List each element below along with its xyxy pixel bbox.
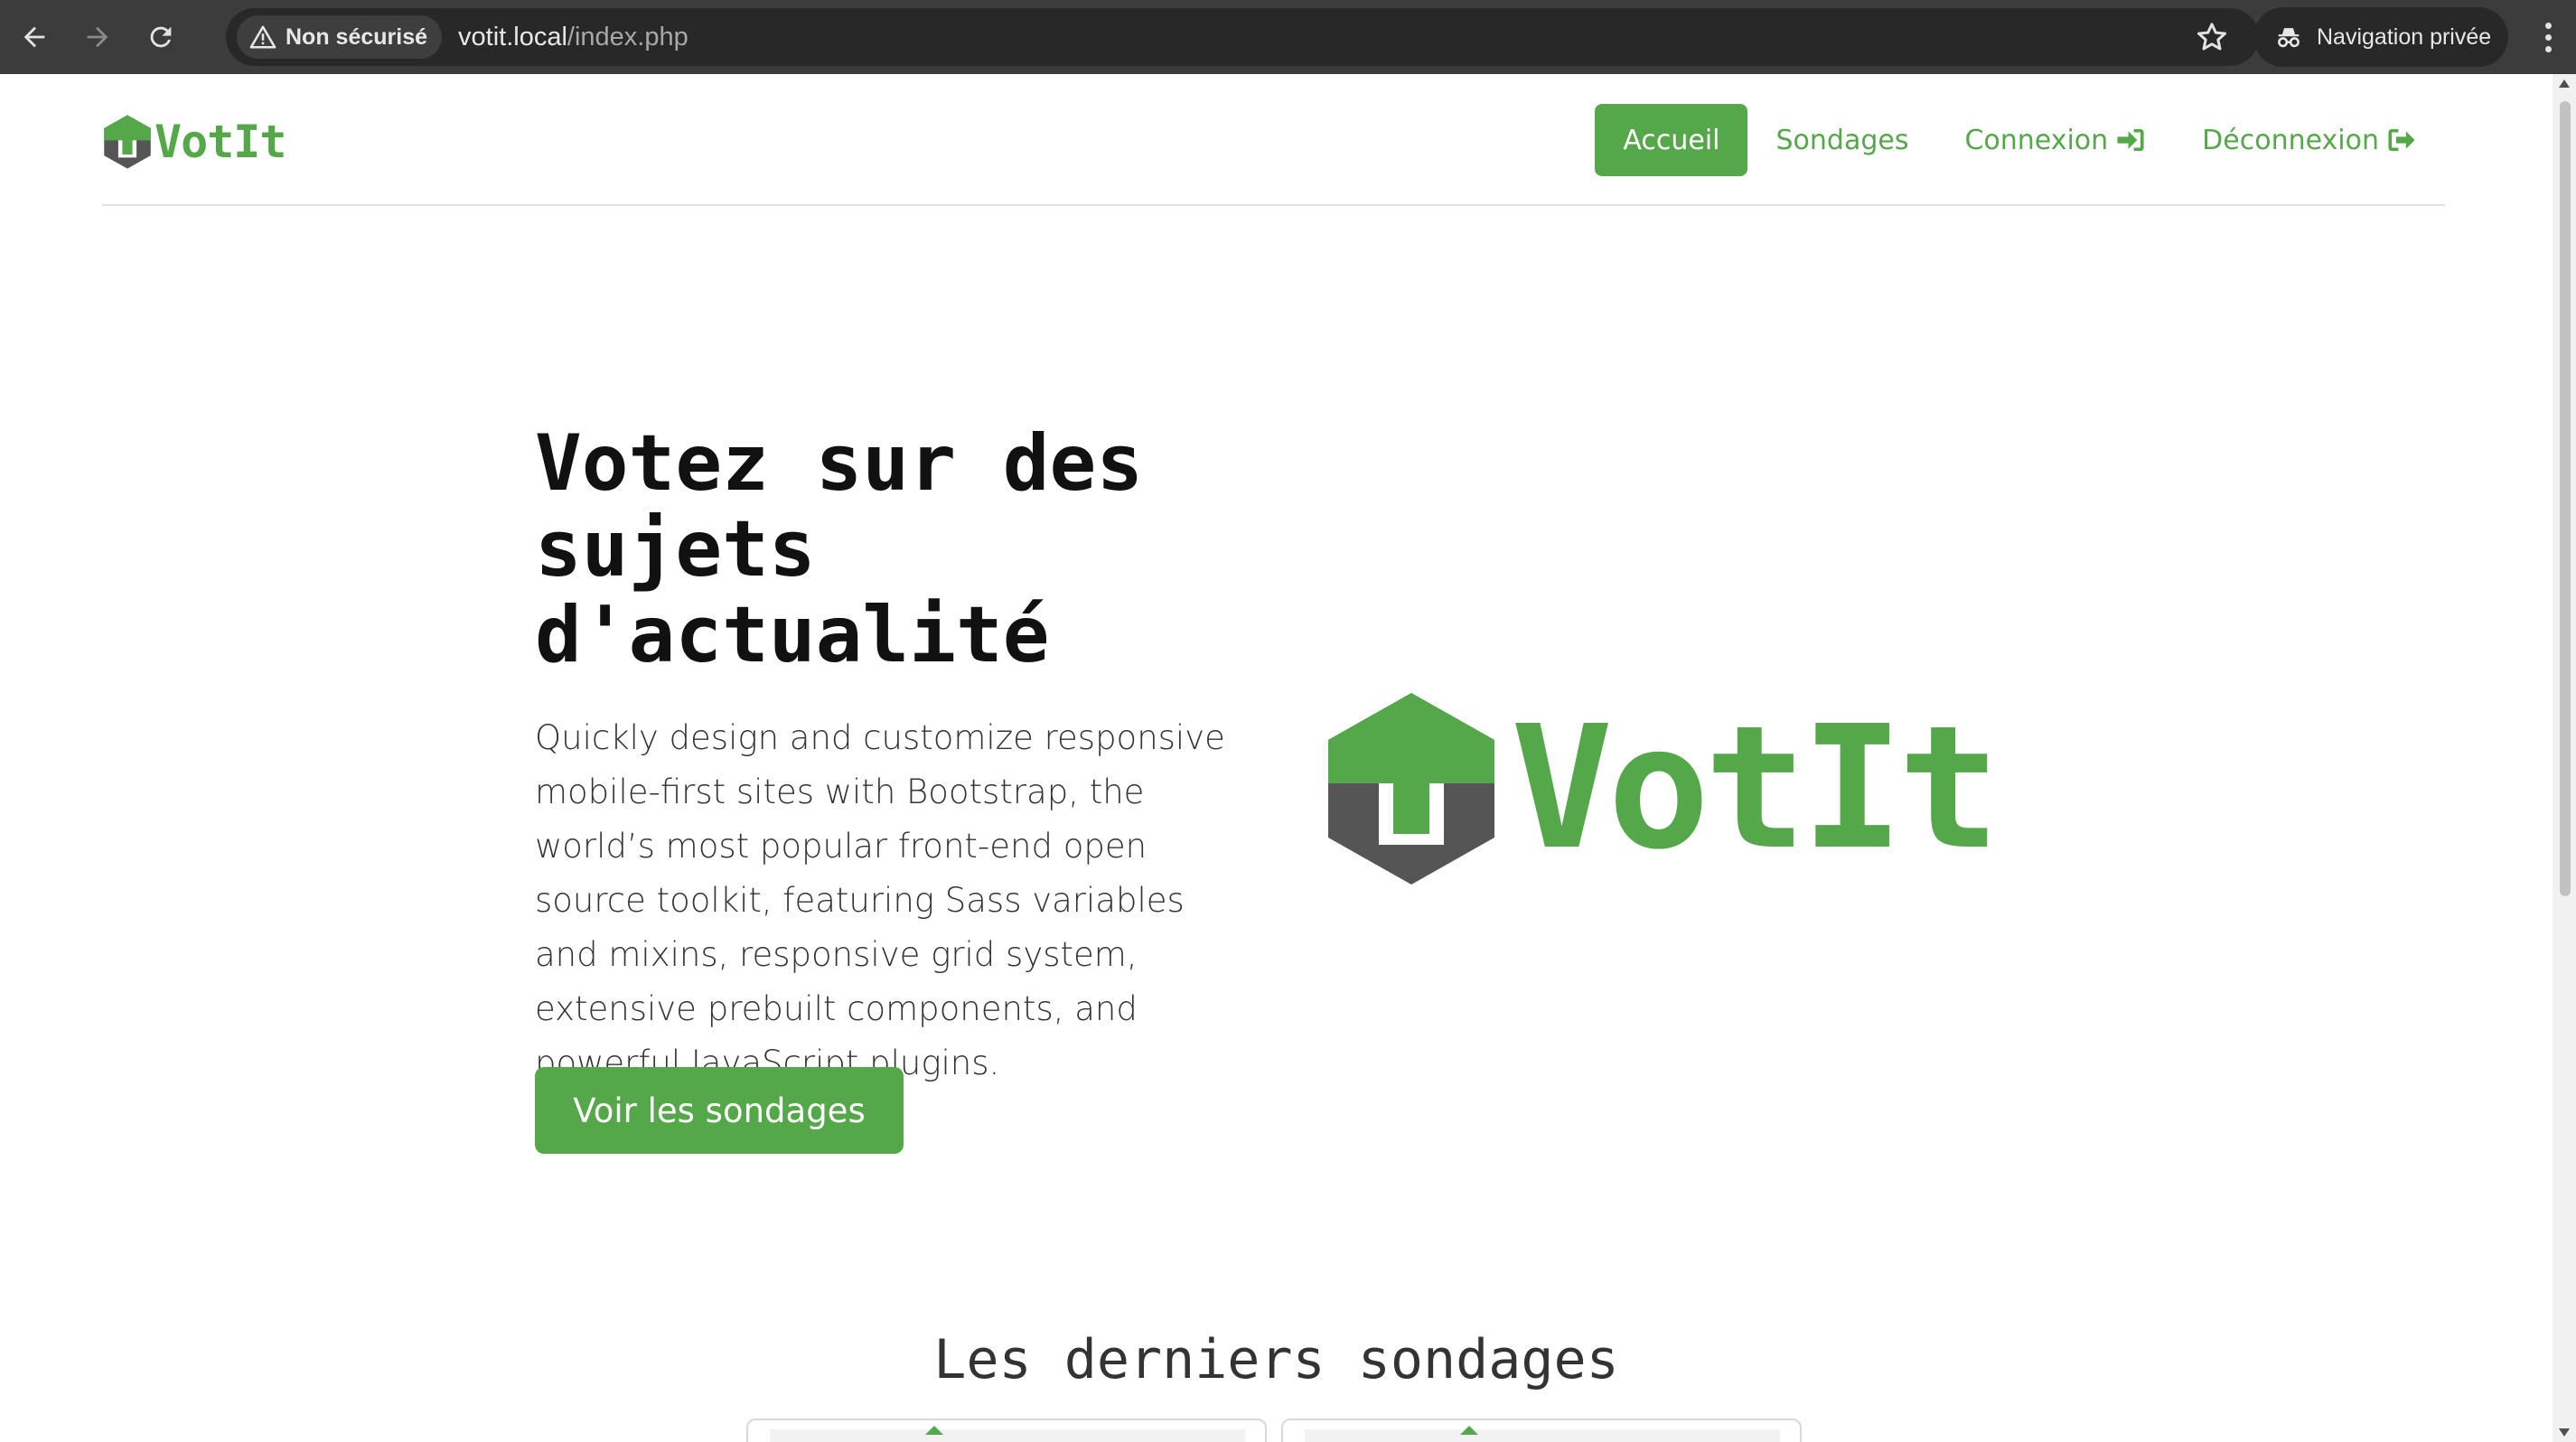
- warning-triangle-icon: [249, 25, 276, 49]
- reload-icon: [150, 26, 172, 48]
- incognito-indicator[interactable]: Navigation privée: [2253, 7, 2508, 67]
- votit-logo-icon: [925, 1426, 943, 1435]
- main-nav: Accueil Sondages Connexion Déconnexion: [1595, 104, 2445, 176]
- brand-link[interactable]: VotIt: [102, 114, 287, 170]
- reload-button[interactable]: [132, 8, 190, 66]
- url-host: votit.local: [458, 22, 567, 52]
- nav-label: Sondages: [1775, 124, 1909, 156]
- security-label: Non sécurisé: [286, 23, 428, 50]
- votit-logo-icon: [104, 115, 151, 169]
- hero-logo: VotIt: [1321, 688, 2000, 889]
- menu-dot: [2544, 45, 2552, 52]
- view-polls-button[interactable]: Voir les sondages: [535, 1067, 904, 1154]
- votit-logo-icon: [1328, 693, 1494, 885]
- arrow-right-icon: [87, 26, 108, 48]
- nav-accueil[interactable]: Accueil: [1595, 104, 1748, 176]
- star-icon: [2197, 23, 2226, 51]
- brand-name: VotIt: [155, 116, 287, 168]
- poll-card-image: [1305, 1429, 1780, 1442]
- incognito-icon: [2278, 28, 2300, 48]
- security-indicator[interactable]: Non sécurisé: [237, 15, 443, 59]
- scrollbar-thumb[interactable]: [2560, 101, 2571, 896]
- forward-button[interactable]: [69, 8, 126, 66]
- nav-connexion[interactable]: Connexion: [1936, 104, 2174, 176]
- poll-card[interactable]: [746, 1419, 1267, 1442]
- address-bar[interactable]: Non sécurisé votit.local/index.php: [226, 8, 2259, 66]
- hero-logo-text: VotIt: [1511, 689, 2000, 887]
- site-header: VotIt Accueil Sondages Connexion Déconne…: [102, 74, 2445, 206]
- browser-menu-button[interactable]: [2530, 11, 2566, 63]
- url-path: /index.php: [567, 22, 688, 52]
- hero-title-line: sujets: [535, 504, 816, 595]
- latest-polls-title: Les derniers sondages: [933, 1328, 1619, 1391]
- nav-deconnexion[interactable]: Déconnexion: [2174, 104, 2445, 176]
- hero-lead: Quickly design and customize responsive …: [535, 718, 1225, 1082]
- page-content: VotIt Accueil Sondages Connexion Déconne…: [0, 74, 2553, 1442]
- nav-label: Déconnexion: [2202, 124, 2379, 156]
- nav-label: Accueil: [1623, 124, 1720, 156]
- hero-title: Votez sur des sujets d'actualité: [535, 421, 1222, 679]
- hero-title-line: Votez sur des: [535, 418, 1144, 509]
- menu-dot: [2544, 22, 2552, 29]
- hero-title-line: d'actualité: [535, 590, 1050, 680]
- poll-card-image: [770, 1429, 1245, 1442]
- poll-card[interactable]: [1281, 1419, 1802, 1442]
- bookmark-button[interactable]: [2194, 19, 2230, 55]
- arrow-left-icon: [23, 26, 45, 48]
- page-scrollbar[interactable]: [2553, 74, 2576, 1442]
- scroll-down-icon[interactable]: [2559, 1428, 2570, 1437]
- sign-in-icon: [2117, 128, 2144, 152]
- votit-logo-icon: [1460, 1426, 1478, 1435]
- incognito-label: Navigation privée: [2317, 23, 2492, 50]
- scroll-up-icon[interactable]: [2559, 80, 2570, 88]
- nav-sondages[interactable]: Sondages: [1747, 104, 1936, 176]
- browser-toolbar: Non sécurisé votit.local/index.php Navig…: [0, 0, 2576, 74]
- sign-out-icon: [2388, 128, 2415, 152]
- menu-dot: [2544, 33, 2552, 41]
- url-text[interactable]: votit.local/index.php: [458, 23, 688, 52]
- nav-label: Connexion: [1964, 124, 2109, 156]
- back-button[interactable]: [5, 8, 63, 66]
